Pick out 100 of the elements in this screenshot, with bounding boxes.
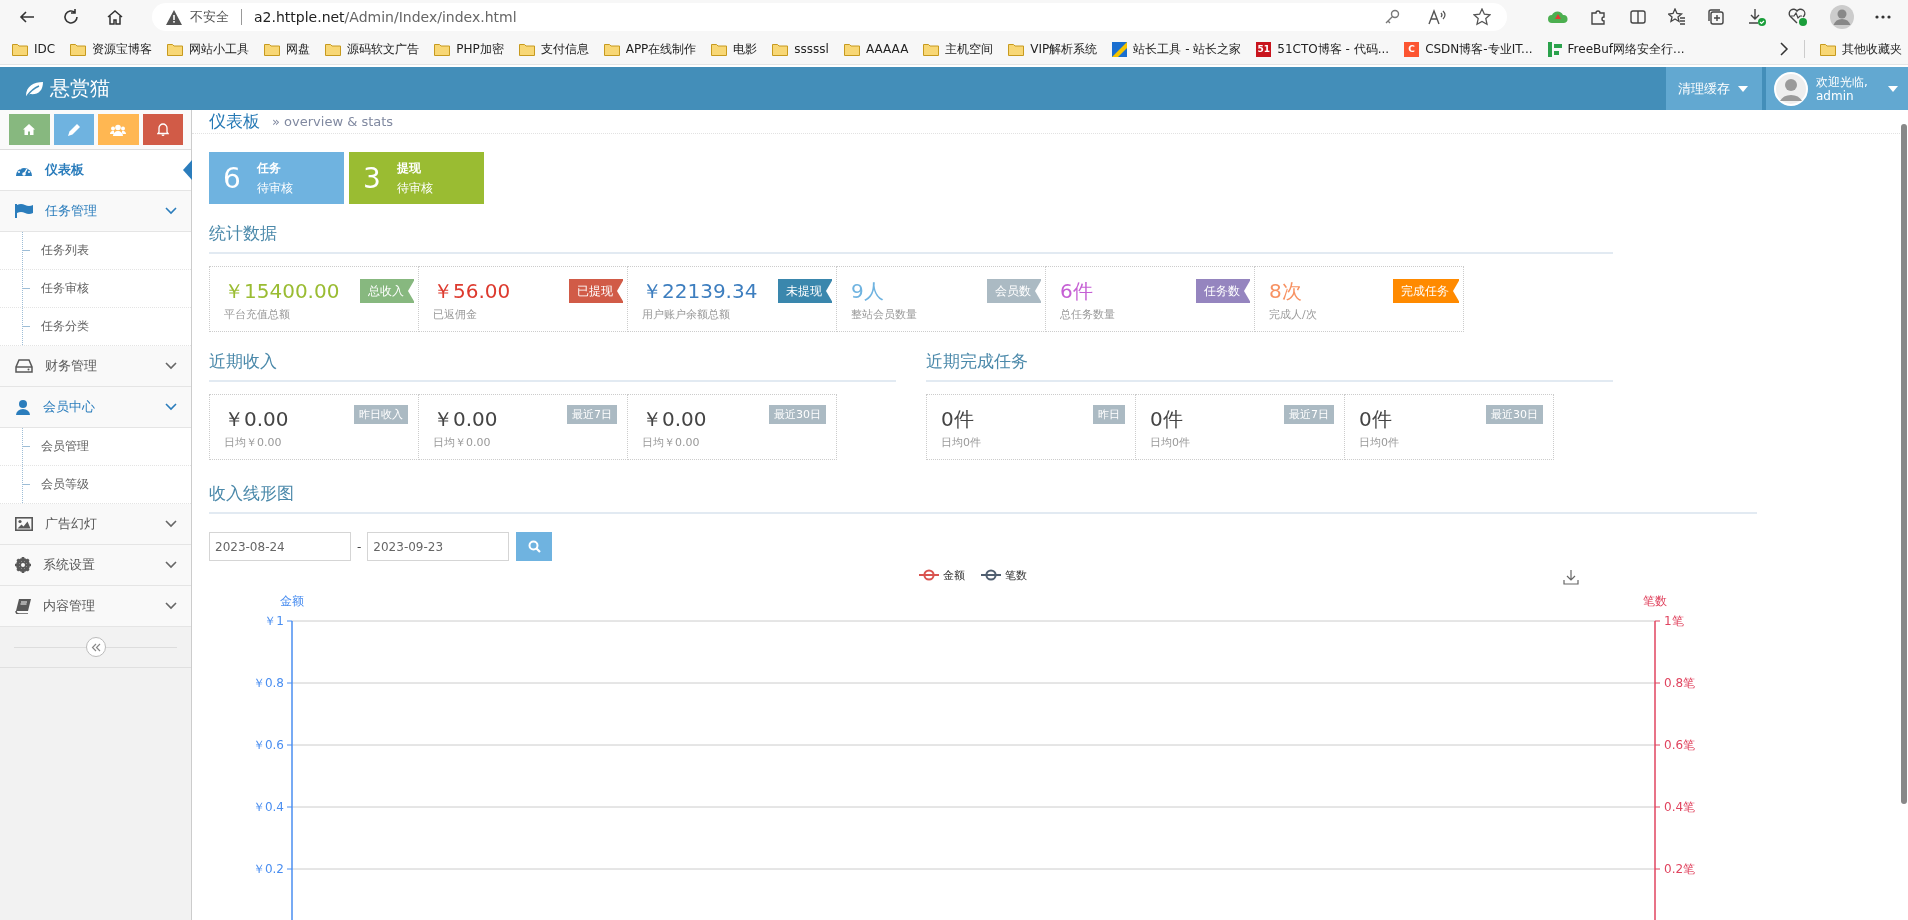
download-icon[interactable] — [1563, 569, 1579, 585]
folder-icon — [70, 42, 87, 56]
folder-icon — [843, 42, 860, 56]
submenu-item[interactable]: 会员管理 — [0, 428, 191, 466]
end-date-field[interactable]: 2023-09-23 — [367, 532, 510, 561]
stat-value: ￥56.00 — [433, 278, 511, 305]
bookmark-item[interactable]: 资源宝博客 — [70, 40, 153, 58]
summary-value: ￥0.00 — [224, 406, 289, 433]
stat-caption: 用户账户余额总额 — [642, 307, 730, 322]
folder-icon — [325, 42, 342, 56]
puzzle-icon[interactable] — [1589, 8, 1608, 26]
refresh-icon[interactable] — [62, 8, 80, 26]
bookmark-item[interactable]: 站长工具 - 站长之家 — [1112, 40, 1242, 58]
site-logo-icon — [1112, 41, 1128, 57]
greeting-text: 欢迎光临, — [1816, 74, 1869, 89]
axis-tick-label: ￥0.4 — [252, 800, 284, 814]
health-icon[interactable] — [1788, 7, 1809, 27]
bookmark-item[interactable]: 主机空间 — [923, 40, 994, 58]
period-badge: 昨日 — [1093, 405, 1125, 424]
legend-label[interactable]: 金额 — [943, 569, 965, 582]
summary-caption: 日均0件 — [1359, 435, 1399, 450]
period-badge: 最近7日 — [567, 405, 617, 424]
submenu-item[interactable]: 任务审核 — [0, 270, 191, 308]
bookmark-item[interactable]: PHP加密 — [434, 40, 504, 58]
leaf-icon — [24, 80, 44, 97]
brand-logo[interactable]: 悬赏猫 — [0, 67, 110, 110]
summary-value: ￥0.00 — [642, 406, 707, 433]
axis-title: 金额 — [280, 594, 304, 608]
bookmark-item[interactable]: IDC — [12, 42, 56, 56]
folder-icon — [1820, 42, 1836, 56]
axis-tick-label: ￥1 — [264, 614, 284, 628]
collections-icon[interactable] — [1707, 8, 1726, 26]
menu-item[interactable]: 会员中心 — [0, 387, 191, 428]
stat-caption: 整站会员数量 — [851, 307, 917, 322]
menu-item[interactable]: 系统设置 — [0, 545, 191, 586]
menu-item[interactable]: 广告幻灯 — [0, 504, 191, 545]
section-title: 统计数据 — [209, 223, 277, 243]
bell-icon — [156, 123, 169, 136]
brand-name: 悬赏猫 — [50, 75, 110, 102]
user-icon — [15, 399, 31, 415]
home-icon[interactable] — [106, 8, 124, 26]
axis-tick-label: 1笔 — [1664, 614, 1684, 628]
stat-badge: 会员数 — [987, 279, 1041, 303]
menu-item[interactable]: 仪表板 — [0, 150, 191, 191]
bookmark-item[interactable]: 51 51CTO博客 - 代码... — [1256, 40, 1390, 58]
page-subtitle: » overview & stats — [272, 114, 394, 129]
collapse-sidebar-button[interactable] — [85, 637, 106, 657]
axis-tick-label: 0.2笔 — [1664, 862, 1696, 876]
bookmark-item[interactable]: 其他收藏夹 — [1820, 40, 1902, 58]
bookmark-item[interactable]: 网站小工具 — [167, 40, 250, 58]
bookmark-item[interactable]: sssssl — [772, 42, 829, 56]
favorites-icon[interactable] — [1668, 8, 1687, 26]
menu-item[interactable]: 内容管理 — [0, 586, 191, 627]
chevron-right-icon[interactable] — [1779, 42, 1789, 56]
menu-item[interactable]: 任务管理 — [0, 191, 191, 232]
submenu-item[interactable]: 任务列表 — [0, 232, 191, 270]
bookmark-item[interactable]: 网盘 — [264, 40, 311, 58]
bookmark-item[interactable]: VIP解析系统 — [1008, 40, 1098, 58]
star-icon[interactable] — [1473, 8, 1491, 26]
stat-badge: 任务数 — [1196, 279, 1250, 303]
split-screen-icon[interactable] — [1628, 8, 1647, 26]
bookmark-item[interactable]: FreeBuf网络安全行... — [1547, 40, 1685, 58]
pencil-icon — [67, 123, 80, 136]
menu-item[interactable]: 财务管理 — [0, 346, 191, 387]
axis-tick-label: ￥0.8 — [252, 676, 284, 690]
stat-value: 9人 — [851, 278, 884, 305]
bookmark-item[interactable]: 源码软文广告 — [325, 40, 420, 58]
stat-caption: 平台充值总额 — [224, 307, 290, 322]
download-icon[interactable] — [1746, 7, 1767, 27]
axis-tick-label: 0.6笔 — [1664, 738, 1696, 752]
folder-icon — [12, 42, 28, 56]
bookmark-item[interactable]: AAAAA — [843, 42, 909, 56]
bookmark-item[interactable]: C CSDN博客-专业IT... — [1404, 40, 1533, 58]
read-aloud-icon[interactable] — [1427, 8, 1447, 26]
profile-icon[interactable] — [1829, 5, 1854, 29]
submenu-item[interactable]: 会员等级 — [0, 466, 191, 504]
summary-caption: 日均￥0.00 — [642, 435, 700, 450]
start-date-field[interactable]: 2023-08-24 — [209, 532, 351, 561]
submenu-item[interactable]: 任务分类 — [0, 308, 191, 346]
axis-tick-label: ￥0.6 — [252, 738, 284, 752]
stat-badge: 已提现 — [569, 279, 623, 303]
section-title: 收入线形图 — [209, 483, 294, 503]
more-icon[interactable] — [1875, 15, 1892, 19]
cloud-icon[interactable] — [1547, 9, 1568, 25]
address-bar[interactable]: 不安全 a2.httple.net/Admin/Index/index.html — [152, 3, 1507, 31]
bookmark-item[interactable]: 支付信息 — [518, 40, 589, 58]
bookmark-item[interactable]: APP在线制作 — [603, 40, 697, 58]
bookmark-item[interactable]: 电影 — [711, 40, 758, 58]
shortcut-button[interactable] — [142, 114, 183, 145]
summary-caption: 日均￥0.00 — [433, 435, 491, 450]
key-icon[interactable] — [1383, 8, 1401, 26]
chevron-right-icon — [165, 561, 177, 569]
pending-count: 6 — [223, 161, 241, 195]
caret-icon — [1888, 85, 1898, 92]
drive-icon — [15, 359, 33, 373]
warning-icon — [166, 9, 182, 25]
legend-label[interactable]: 笔数 — [1005, 569, 1027, 582]
summary-caption: 日均￥0.00 — [224, 435, 282, 450]
url-text: a2.httple.net/Admin/Index/index.html — [254, 9, 517, 25]
summary-value: 0件 — [941, 406, 974, 433]
